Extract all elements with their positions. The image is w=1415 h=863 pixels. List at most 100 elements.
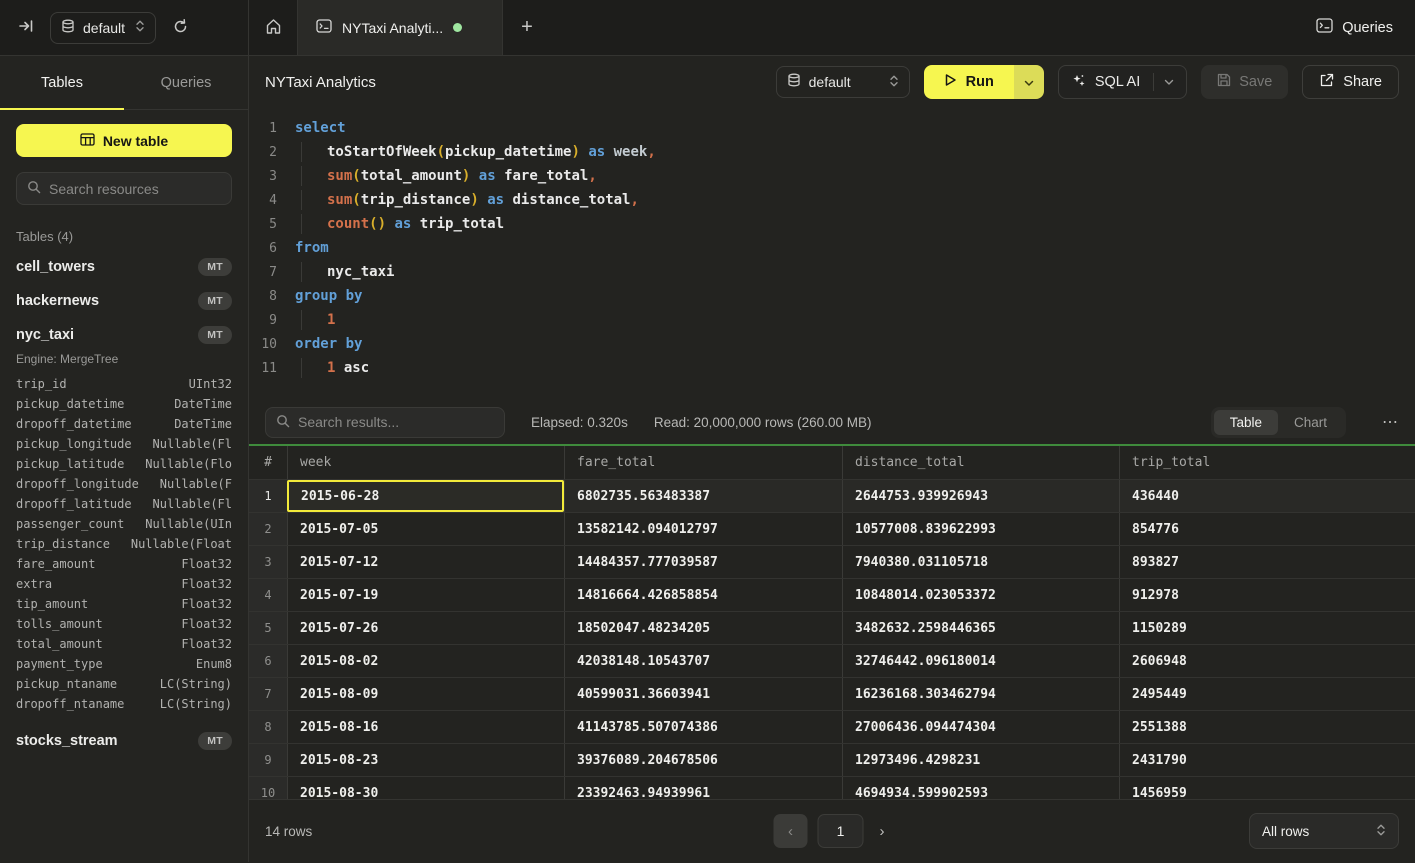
refresh-button[interactable] — [168, 14, 193, 42]
table-cell[interactable]: 436440 — [1119, 480, 1415, 512]
column-row: dropoff_longitudeNullable(F — [16, 474, 232, 494]
table-row[interactable]: 42015-07-1914816664.42685885410848014.02… — [249, 579, 1415, 612]
column-header[interactable]: fare_total — [564, 446, 842, 479]
table-cell[interactable]: 2551388 — [1119, 711, 1415, 743]
column-name: trip_id — [16, 374, 67, 394]
sidebar-tab-tables[interactable]: Tables — [0, 56, 124, 109]
table-cell[interactable]: 10848014.023053372 — [842, 579, 1119, 611]
table-cell[interactable]: 2015-08-23 — [287, 744, 564, 776]
table-cell[interactable]: 4694934.599902593 — [842, 777, 1119, 799]
prev-page-button[interactable]: ‹ — [774, 814, 808, 848]
next-page-button[interactable]: › — [874, 817, 891, 846]
table-row[interactable]: 62015-08-0242038148.1054370732746442.096… — [249, 645, 1415, 678]
table-cell[interactable]: 18502047.48234205 — [564, 612, 842, 644]
search-icon — [276, 414, 290, 431]
table-cell[interactable]: 16236168.303462794 — [842, 678, 1119, 710]
run-button[interactable]: Run — [924, 65, 1014, 99]
table-row[interactable]: 92015-08-2339376089.20467850612973496.42… — [249, 744, 1415, 777]
column-header[interactable]: # — [249, 446, 287, 479]
table-list-item[interactable]: stocks_streamMT — [16, 724, 232, 758]
page-size-selector[interactable]: All rows — [1249, 813, 1399, 849]
code-text: toStartOfWeek(pickup_datetime) as week, — [277, 144, 656, 160]
table-row[interactable]: 102015-08-3023392463.949399614694934.599… — [249, 777, 1415, 799]
table-cell[interactable]: 40599031.36603941 — [564, 678, 842, 710]
table-row[interactable]: 22015-07-0513582142.09401279710577008.83… — [249, 513, 1415, 546]
table-cell[interactable]: 41143785.507074386 — [564, 711, 842, 743]
table-cell[interactable]: 2606948 — [1119, 645, 1415, 677]
home-button[interactable] — [249, 0, 297, 55]
table-cell[interactable]: 23392463.94939961 — [564, 777, 842, 799]
table-cell[interactable]: 14484357.777039587 — [564, 546, 842, 578]
table-cell[interactable]: 14816664.426858854 — [564, 579, 842, 611]
table-cell[interactable]: 2015-07-19 — [287, 579, 564, 611]
topbar-database-selector[interactable]: default — [50, 12, 156, 44]
table-cell[interactable]: 2015-07-12 — [287, 546, 564, 578]
tab-nytaxi-analytics[interactable]: NYTaxi Analyti... — [297, 0, 503, 55]
table-cell[interactable]: 32746442.096180014 — [842, 645, 1119, 677]
table-cell[interactable]: 2015-08-30 — [287, 777, 564, 799]
table-cell[interactable]: 2495449 — [1119, 678, 1415, 710]
sql-ai-button[interactable]: SQL AI — [1058, 65, 1187, 99]
table-cell[interactable]: 2015-08-16 — [287, 711, 564, 743]
table-name: nyc_taxi — [16, 327, 74, 343]
run-options-button[interactable] — [1014, 65, 1044, 99]
table-row[interactable]: 32015-07-1214484357.7770395877940380.031… — [249, 546, 1415, 579]
code-token: , — [647, 144, 655, 160]
sql-ai-label: SQL AI — [1095, 74, 1140, 90]
collapse-sidebar-button[interactable] — [14, 14, 38, 41]
sql-editor[interactable]: 1select2toStartOfWeek(pickup_datetime) a… — [249, 108, 1415, 400]
table-cell[interactable]: 3482632.2598446365 — [842, 612, 1119, 644]
table-cell[interactable]: 1456959 — [1119, 777, 1415, 799]
table-cell[interactable]: 893827 — [1119, 546, 1415, 578]
results-search-input[interactable] — [298, 414, 494, 430]
read-stat: Read: 20,000,000 rows (260.00 MB) — [654, 415, 872, 430]
table-list-item[interactable]: hackernewsMT — [16, 284, 232, 318]
table-row[interactable]: 82015-08-1641143785.50707438627006436.09… — [249, 711, 1415, 744]
table-cell[interactable]: 6802735.563483387 — [564, 480, 842, 512]
table-cell[interactable]: 12973496.4298231 — [842, 744, 1119, 776]
table-cell[interactable]: 2015-08-02 — [287, 645, 564, 677]
new-tab-button[interactable]: + — [503, 0, 551, 55]
table-cell[interactable]: 2015-07-05 — [287, 513, 564, 545]
column-name: pickup_ntaname — [16, 674, 117, 694]
query-database-selector[interactable]: default — [776, 66, 910, 98]
table-cell[interactable]: 912978 — [1119, 579, 1415, 611]
queries-button[interactable]: Queries — [1316, 18, 1393, 37]
table-cell[interactable]: 2015-06-28 — [287, 480, 564, 512]
table-cell[interactable]: 42038148.10543707 — [564, 645, 842, 677]
column-row: tip_amountFloat32 — [16, 594, 232, 614]
view-table-button[interactable]: Table — [1214, 410, 1278, 435]
table-list-item[interactable]: cell_towersMT — [16, 250, 232, 284]
save-button[interactable]: Save — [1201, 65, 1288, 99]
table-cell[interactable]: 854776 — [1119, 513, 1415, 545]
table-cell[interactable]: 27006436.094474304 — [842, 711, 1119, 743]
code-token: as — [588, 144, 605, 160]
table-cell[interactable]: 39376089.204678506 — [564, 744, 842, 776]
new-table-button[interactable]: New table — [16, 124, 232, 157]
table-cell[interactable]: 10577008.839622993 — [842, 513, 1119, 545]
column-header[interactable]: week — [287, 446, 564, 479]
topbar-left: default — [0, 0, 249, 55]
table-list-item[interactable]: nyc_taxiMT — [16, 318, 232, 352]
share-button[interactable]: Share — [1302, 65, 1399, 99]
table-cell[interactable]: 1150289 — [1119, 612, 1415, 644]
table-row[interactable]: 12015-06-286802735.5634833872644753.9399… — [249, 480, 1415, 513]
table-cell[interactable]: 2015-08-09 — [287, 678, 564, 710]
more-options-button[interactable]: ⋯ — [1382, 412, 1399, 432]
table-cell[interactable]: 2644753.939926943 — [842, 480, 1119, 512]
column-header[interactable]: distance_total — [842, 446, 1119, 479]
topbar-database-value: default — [83, 20, 125, 36]
sidebar-search-input[interactable] — [49, 181, 221, 197]
table-cell[interactable]: 2015-07-26 — [287, 612, 564, 644]
table-row[interactable]: 72015-08-0940599031.3660394116236168.303… — [249, 678, 1415, 711]
sidebar: Tables Queries New table — [0, 56, 249, 862]
code-line: 91 — [249, 308, 1415, 332]
table-cell[interactable]: 13582142.094012797 — [564, 513, 842, 545]
sidebar-tab-queries[interactable]: Queries — [124, 56, 248, 109]
column-header[interactable]: trip_total — [1119, 446, 1415, 479]
view-chart-button[interactable]: Chart — [1278, 410, 1343, 435]
table-cell[interactable]: 2431790 — [1119, 744, 1415, 776]
column-row: total_amountFloat32 — [16, 634, 232, 654]
table-cell[interactable]: 7940380.031105718 — [842, 546, 1119, 578]
table-row[interactable]: 52015-07-2618502047.482342053482632.2598… — [249, 612, 1415, 645]
